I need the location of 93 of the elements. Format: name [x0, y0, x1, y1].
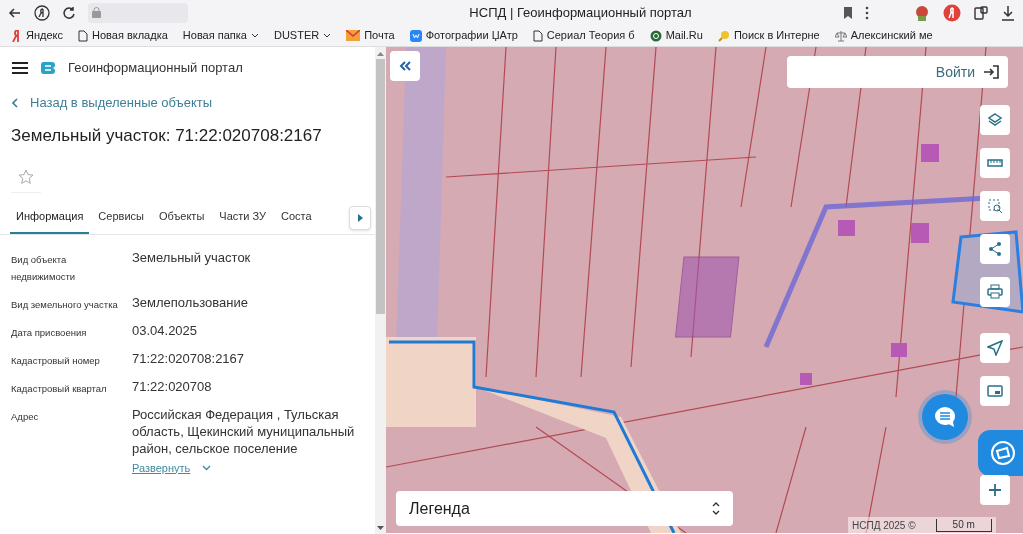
building — [891, 343, 907, 357]
bookmark-icon[interactable] — [843, 6, 853, 19]
yandex-icon — [12, 29, 22, 42]
caret-icon — [250, 33, 259, 38]
tabs-scroll-button[interactable] — [349, 205, 371, 230]
field-label: Дата присвоения — [11, 325, 88, 340]
bookmark-link[interactable]: Алексинский ме — [834, 27, 933, 44]
login-icon — [983, 65, 999, 79]
zoom-in-button[interactable] — [980, 475, 1010, 505]
minimap-button[interactable] — [980, 376, 1010, 406]
tab[interactable]: Информация — [10, 201, 90, 234]
tab[interactable]: Соста — [275, 201, 318, 234]
scrollbar-thumb[interactable] — [376, 59, 385, 314]
layers-icon — [987, 112, 1003, 128]
bookmark-folder[interactable]: Новая папка — [182, 27, 259, 44]
scroll-down-icon[interactable] — [377, 526, 384, 531]
collapse-panel-button[interactable] — [390, 51, 420, 81]
layers-button[interactable] — [980, 105, 1010, 135]
map-assistant-icon — [989, 439, 1017, 467]
legend-dropdown[interactable]: Легенда — [396, 491, 733, 526]
scales-icon — [834, 29, 847, 42]
expand-link[interactable]: Развернуть — [132, 459, 212, 476]
bookmark-folder[interactable]: DUSTER — [273, 27, 332, 44]
back-link[interactable]: Назад в выделенные объекты — [12, 92, 213, 114]
tab[interactable]: Части ЗУ — [213, 201, 272, 234]
chevron-down-icon — [202, 464, 212, 471]
field-value: Земельный участок — [132, 248, 252, 266]
page-icon — [532, 29, 543, 42]
field-value: Российская Федерация , Тульская область, Щекинский муниципальный район, сельское поселение — [132, 405, 356, 457]
building — [911, 223, 929, 243]
navigation-arrow-icon — [987, 340, 1003, 356]
field-label: Адрес — [11, 409, 40, 424]
scale-bar: 50 m — [935, 518, 992, 532]
download-icon[interactable] — [1001, 4, 1015, 21]
back-icon[interactable] — [8, 5, 22, 20]
magnifier-icon — [717, 29, 730, 42]
building — [838, 220, 855, 236]
bookmark-link[interactable]: Яндекс — [12, 27, 63, 44]
printer-icon — [987, 284, 1003, 300]
tab[interactable]: Объекты — [152, 201, 211, 234]
bookmark-link[interactable]: Mail.Ru — [649, 27, 703, 44]
tab[interactable]: Сервисы — [92, 201, 150, 234]
object-heading: Земельный участок: 71:22:020708:2167 — [11, 125, 323, 147]
bookmark-link[interactable]: Сериал Теория б — [532, 27, 635, 44]
share-icon — [987, 241, 1003, 257]
bookmark-link[interactable]: Почта — [346, 27, 395, 44]
field-label: Вид объекта недвижимости — [11, 252, 77, 284]
caret-icon — [323, 33, 332, 38]
vk-icon — [409, 29, 422, 42]
collections-icon[interactable] — [973, 4, 989, 21]
login-button[interactable]: Войти — [787, 56, 1008, 88]
yandex-browser-icon[interactable] — [34, 4, 50, 21]
field-value: 71:22:020708 — [132, 377, 213, 395]
page-icon — [78, 29, 88, 42]
extension-icon[interactable] — [913, 3, 931, 22]
scroll-up-icon[interactable] — [377, 51, 384, 56]
lock-icon — [92, 7, 101, 18]
bookmark-link[interactable]: Новая вкладка — [78, 27, 168, 44]
field-label: Кадастровый номер — [11, 353, 101, 368]
share-button[interactable] — [980, 234, 1010, 264]
yandex-icon[interactable] — [943, 3, 961, 22]
app-title: Геоинформационный портал — [68, 59, 243, 78]
chevron-left-icon — [12, 98, 18, 108]
field-value: 03.04.2025 — [132, 321, 199, 339]
address-field[interactable] — [88, 2, 188, 23]
menu-icon[interactable] — [12, 62, 28, 74]
field-value: Землепользование — [132, 293, 249, 311]
portal-logo-icon — [40, 60, 56, 76]
location-button[interactable] — [980, 333, 1010, 363]
reload-icon[interactable] — [62, 5, 76, 20]
more-icon[interactable] — [865, 5, 869, 20]
plus-icon — [989, 484, 1001, 496]
star-icon — [18, 169, 34, 185]
bookmark-link[interactable]: Фотографии ЏАтр — [409, 27, 518, 44]
print-button[interactable] — [980, 277, 1010, 307]
window-icon — [987, 383, 1003, 399]
area-search-icon — [987, 198, 1003, 214]
chat-icon — [933, 406, 957, 428]
measure-button[interactable] — [980, 148, 1010, 178]
field-value: 71:22:020708:2167 — [132, 349, 246, 367]
caret-icon — [357, 213, 363, 222]
page-title: НСПД | Геоинформационный портал — [468, 3, 692, 22]
building — [921, 144, 939, 162]
building — [800, 373, 812, 385]
attribution-text: НСПД 2025 © — [852, 518, 916, 533]
bookmark-link[interactable]: Поиск в Интерне — [717, 27, 820, 44]
sort-arrows-icon — [712, 502, 720, 515]
double-chevron-icon — [399, 61, 411, 71]
envelope-icon — [346, 30, 361, 41]
field-label: Кадастровый квартал — [11, 381, 108, 396]
field-label: Вид земельного участка — [11, 297, 119, 312]
select-area-button[interactable] — [980, 191, 1010, 221]
assistant-button[interactable] — [978, 430, 1023, 476]
